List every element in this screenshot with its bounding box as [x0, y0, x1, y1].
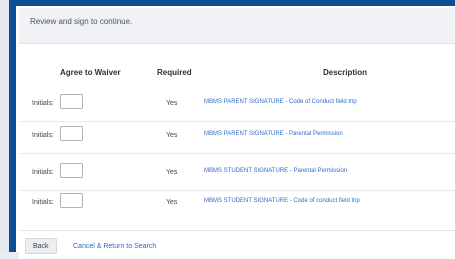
header-agree-to-waiver: Agree to Waiver [60, 68, 121, 77]
instruction-bar: Review and sign to continue. [19, 8, 455, 44]
initials-input[interactable] [60, 163, 83, 178]
initials-input[interactable] [60, 126, 83, 141]
required-value: Yes [166, 132, 178, 139]
waiver-table: Agree to Waiver Required Description Ini… [19, 50, 455, 228]
initials-label: Initials: [32, 132, 54, 139]
waiver-panel: Review and sign to continue. Agree to Wa… [9, 0, 455, 259]
waiver-description-link[interactable]: MBMS PARENT SIGNATURE - Parental Permiss… [204, 131, 343, 137]
footer-actions: Back Cancel & Return to Search [19, 230, 455, 259]
required-value: Yes [166, 169, 178, 176]
required-value: Yes [166, 100, 178, 107]
background-strip [0, 0, 9, 252]
instruction-text: Review and sign to continue. [30, 17, 133, 26]
row-divider [19, 153, 455, 154]
table-row: Initials: Yes MBMS STUDENT SIGNATURE - P… [19, 159, 455, 191]
table-row: Initials: Yes MBMS PARENT SIGNATURE - Pa… [19, 122, 455, 154]
initials-label: Initials: [32, 169, 54, 176]
table-row: Initials: Yes MBMS PARENT SIGNATURE - Co… [19, 90, 455, 122]
initials-label: Initials: [32, 100, 54, 107]
initials-label: Initials: [32, 199, 54, 206]
waiver-description-link[interactable]: MBMS STUDENT SIGNATURE - Parental Permis… [204, 168, 347, 174]
waiver-description-link[interactable]: MBMS STUDENT SIGNATURE - Code of conduct… [204, 198, 360, 204]
header-description: Description [323, 68, 368, 77]
initials-input[interactable] [60, 94, 83, 109]
waiver-description-link[interactable]: MBMS PARENT SIGNATURE - Code of Conduct … [204, 99, 357, 105]
table-row: Initials: Yes MBMS STUDENT SIGNATURE - C… [19, 189, 455, 221]
initials-input[interactable] [60, 193, 83, 208]
header-required: Required [157, 68, 192, 77]
required-value: Yes [166, 199, 178, 206]
cancel-return-link[interactable]: Cancel & Return to Search [73, 243, 156, 250]
